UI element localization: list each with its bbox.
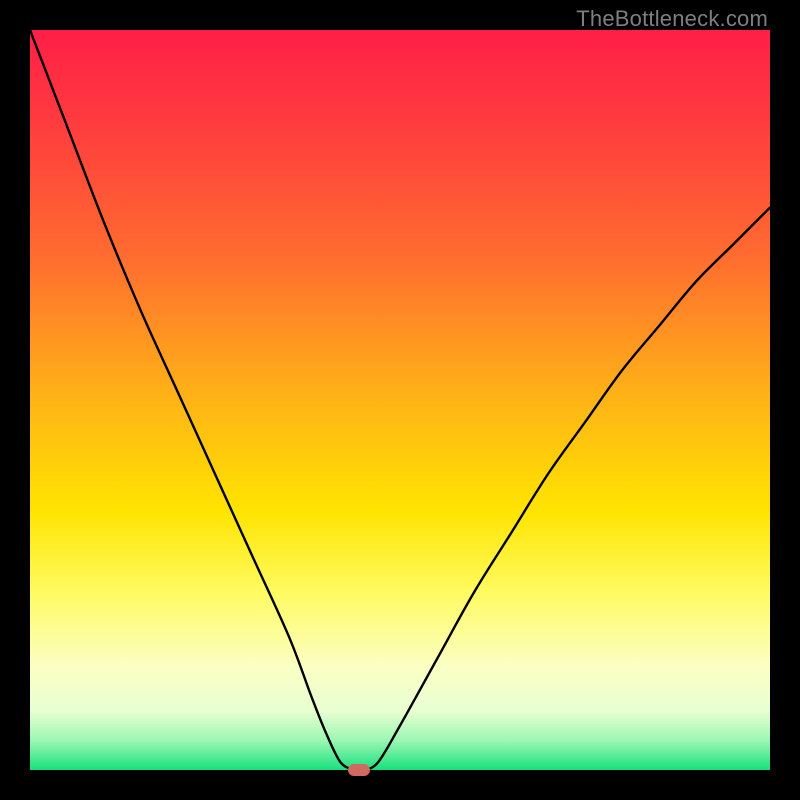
watermark-text: TheBottleneck.com [576, 6, 768, 32]
chart-frame: TheBottleneck.com [0, 0, 800, 800]
plot-area [30, 30, 770, 770]
optimum-marker [348, 764, 370, 776]
bottleneck-curve [30, 30, 770, 770]
curve-path [30, 30, 770, 770]
